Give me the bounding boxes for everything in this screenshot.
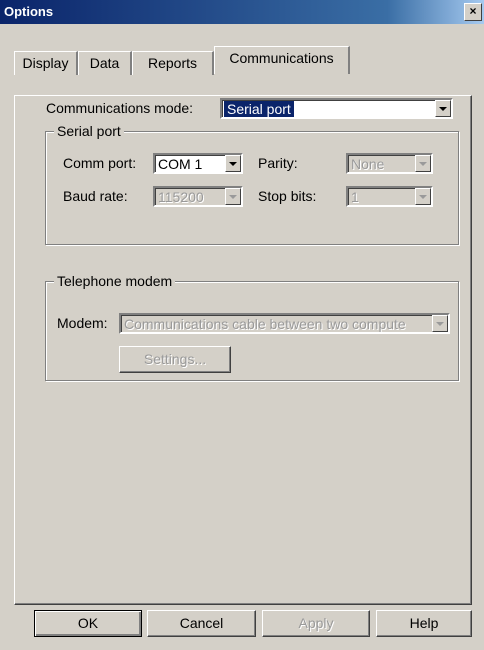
chevron-down-icon[interactable] xyxy=(432,315,448,332)
cancel-button[interactable]: Cancel xyxy=(147,610,256,637)
comm-port-select[interactable]: COM 1 xyxy=(153,153,243,174)
chevron-down-icon[interactable] xyxy=(225,155,241,172)
baud-rate-select[interactable]: 115200 xyxy=(153,186,243,207)
options-dialog: Display Data Reports Communications Comm… xyxy=(0,24,484,650)
communications-panel: Communications mode: Serial port Serial … xyxy=(14,95,472,605)
serial-port-group-title: Serial port xyxy=(54,123,124,139)
settings-button[interactable]: Settings... xyxy=(119,346,231,373)
comm-port-value: COM 1 xyxy=(158,156,203,172)
baud-rate-label: Baud rate: xyxy=(63,188,128,204)
window-title: Options xyxy=(4,4,54,19)
parity-select[interactable]: None xyxy=(346,153,433,174)
communications-mode-select[interactable]: Serial port xyxy=(220,98,453,119)
communications-mode-value: Serial port xyxy=(224,101,294,117)
tab-data[interactable]: Data xyxy=(78,51,132,75)
serial-port-group: Serial port Comm port: COM 1 Parity: Non… xyxy=(45,123,459,245)
baud-rate-value: 115200 xyxy=(158,189,204,205)
stop-bits-label: Stop bits: xyxy=(258,188,317,204)
chevron-down-icon[interactable] xyxy=(415,155,431,172)
chevron-down-icon[interactable] xyxy=(435,100,451,117)
communications-mode-label: Communications mode: xyxy=(46,100,194,116)
ok-button[interactable]: OK xyxy=(34,610,142,637)
chevron-down-icon[interactable] xyxy=(415,188,431,205)
modem-value: Communications cable between two compute xyxy=(124,316,406,332)
telephone-modem-group: Telephone modem Modem: Communications ca… xyxy=(45,273,459,381)
modem-label: Modem: xyxy=(57,315,108,331)
tab-display[interactable]: Display xyxy=(14,51,78,75)
tab-communications[interactable]: Communications xyxy=(214,46,350,74)
stop-bits-select[interactable]: 1 xyxy=(346,186,433,207)
stop-bits-value: 1 xyxy=(351,189,359,205)
modem-select[interactable]: Communications cable between two compute xyxy=(119,313,450,334)
parity-label: Parity: xyxy=(258,155,298,171)
apply-button[interactable]: Apply xyxy=(262,610,370,637)
chevron-down-icon[interactable] xyxy=(225,188,241,205)
close-icon: × xyxy=(469,4,477,18)
tab-reports[interactable]: Reports xyxy=(132,51,214,75)
title-bar: Options × xyxy=(0,0,484,24)
close-button[interactable]: × xyxy=(464,3,482,21)
parity-value: None xyxy=(351,156,385,172)
help-button[interactable]: Help xyxy=(376,610,472,637)
comm-port-label: Comm port: xyxy=(63,155,137,171)
telephone-modem-group-title: Telephone modem xyxy=(54,273,176,289)
